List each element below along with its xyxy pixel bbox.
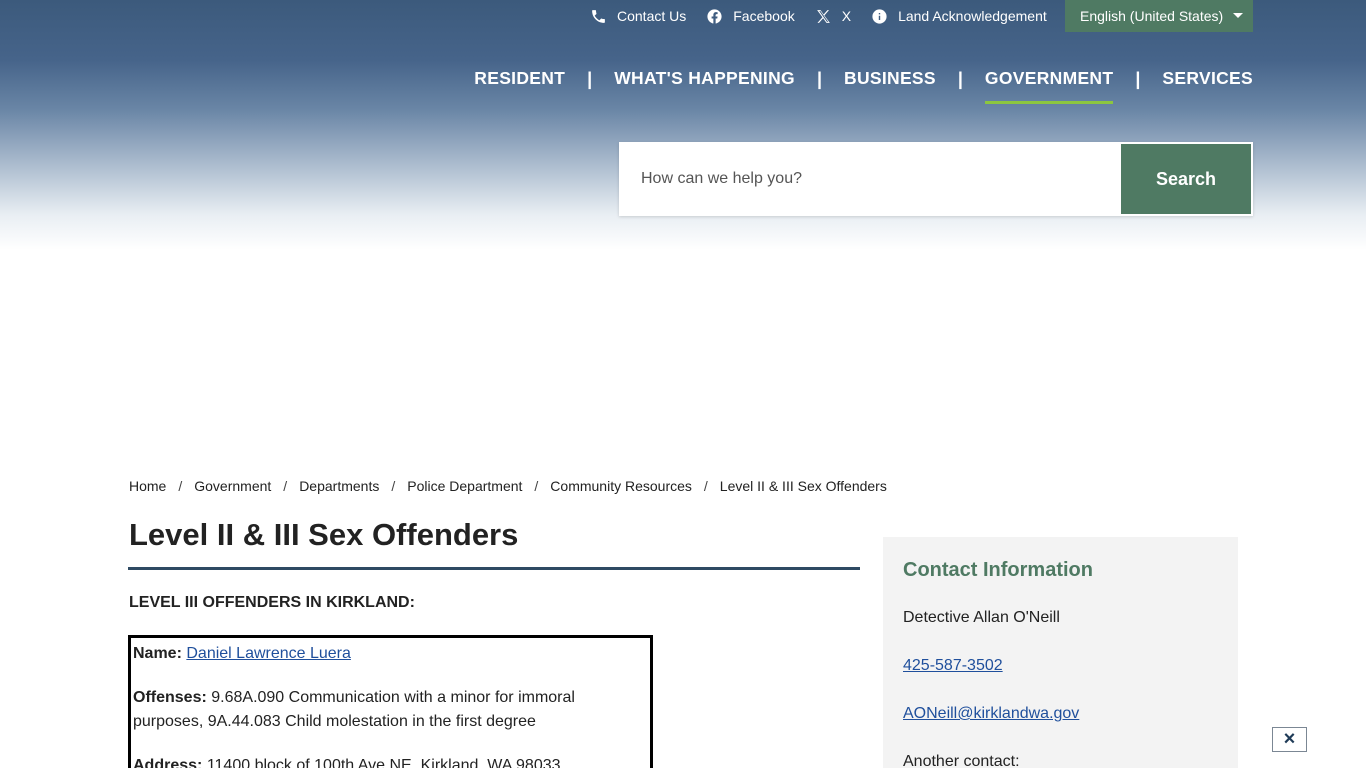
- nav-item-business[interactable]: BUSINESS: [844, 68, 936, 91]
- contact-email-link[interactable]: AONeill@kirklandwa.gov: [903, 705, 1079, 722]
- nav-item-resident[interactable]: RESIDENT: [474, 68, 565, 91]
- offender-name-link[interactable]: Daniel Lawrence Luera: [186, 645, 351, 662]
- breadcrumb-separator: /: [283, 478, 288, 494]
- close-button[interactable]: ×: [1272, 727, 1307, 752]
- section-heading: LEVEL III OFFENDERS IN KIRKLAND:: [129, 594, 415, 611]
- phone-icon: [592, 9, 605, 23]
- info-icon: [872, 8, 887, 24]
- x-link[interactable]: X: [815, 8, 851, 25]
- x-icon: [816, 9, 830, 23]
- contact-us-link[interactable]: Contact Us: [590, 8, 686, 25]
- breadcrumb-home[interactable]: Home: [129, 478, 166, 494]
- search-input[interactable]: [619, 142, 1119, 216]
- offender-address-label: Address:: [133, 757, 203, 768]
- nav-item-government[interactable]: GOVERNMENT: [984, 68, 1114, 104]
- contact-phone-link[interactable]: 425-587-3502: [903, 657, 1003, 674]
- nav-item-services[interactable]: SERVICES: [1162, 68, 1253, 91]
- land-acknowledgement-link[interactable]: Land Acknowledgement: [871, 8, 1047, 25]
- title-divider: [128, 567, 860, 570]
- contact-email-row: AONeill@kirklandwa.gov: [903, 702, 1218, 726]
- land-acknowledgement-label: Land Acknowledgement: [898, 8, 1047, 24]
- breadcrumb-departments[interactable]: Departments: [299, 478, 379, 494]
- contact-name: Detective Allan O'Neill: [903, 609, 1060, 626]
- contact-us-label: Contact Us: [617, 8, 687, 24]
- search-bar: Search: [619, 142, 1253, 216]
- breadcrumb-separator: /: [178, 478, 183, 494]
- nav-item-whats-happening[interactable]: WHAT'S HAPPENING: [614, 68, 795, 91]
- nav-separator: |: [587, 69, 593, 89]
- nav-separator: |: [816, 69, 822, 89]
- breadcrumb: Home / Government / Departments / Police…: [129, 478, 887, 494]
- breadcrumb-separator: /: [391, 478, 396, 494]
- offender-card: Name: Daniel Lawrence Luera Offenses: 9.…: [128, 635, 653, 768]
- contact-sidebar: Contact Information Detective Allan O'Ne…: [883, 537, 1238, 768]
- language-selected-value: English (United States): [1080, 8, 1224, 24]
- breadcrumb-current: Level II & III Sex Offenders: [719, 478, 887, 494]
- page-title: Level II & III Sex Offenders: [129, 517, 519, 552]
- contact-phone-row: 425-587-3502: [903, 654, 1218, 678]
- breadcrumb-government[interactable]: Government: [194, 478, 271, 494]
- x-label: X: [841, 8, 852, 24]
- offender-name-label: Name:: [133, 645, 182, 662]
- offender-name-row: Name: Daniel Lawrence Luera: [133, 642, 648, 666]
- utility-bar: Contact Us Facebook X Land Acknowledgeme…: [590, 0, 1067, 32]
- facebook-icon: [707, 8, 722, 24]
- caret-down-icon: [1233, 13, 1243, 18]
- main-navigation: RESIDENT | WHAT'S HAPPENING | BUSINESS |…: [474, 68, 1253, 104]
- breadcrumb-separator: /: [703, 478, 708, 494]
- nav-separator: |: [1135, 69, 1141, 89]
- offender-address-row: Address: 11400 block of 100th Ave NE, Ki…: [133, 754, 648, 768]
- offender-offenses-row: Offenses: 9.68A.090 Communication with a…: [133, 686, 648, 734]
- breadcrumb-community-resources[interactable]: Community Resources: [550, 478, 692, 494]
- facebook-link[interactable]: Facebook: [706, 8, 795, 25]
- sidebar-heading: Contact Information: [903, 559, 1093, 581]
- offender-offenses-label: Offenses:: [133, 689, 207, 706]
- search-button[interactable]: Search: [1121, 144, 1251, 214]
- close-icon: ×: [1283, 728, 1296, 750]
- language-select[interactable]: English (United States): [1065, 0, 1253, 32]
- site-header: Contact Us Facebook X Land Acknowledgeme…: [0, 0, 1366, 250]
- facebook-label: Facebook: [733, 8, 795, 24]
- offender-address-value: 11400 block of 100th Ave NE, Kirkland, W…: [206, 757, 561, 768]
- nav-separator: |: [957, 69, 963, 89]
- breadcrumb-police-department[interactable]: Police Department: [407, 478, 522, 494]
- breadcrumb-separator: /: [534, 478, 539, 494]
- another-contact-label: Another contact:: [903, 753, 1020, 768]
